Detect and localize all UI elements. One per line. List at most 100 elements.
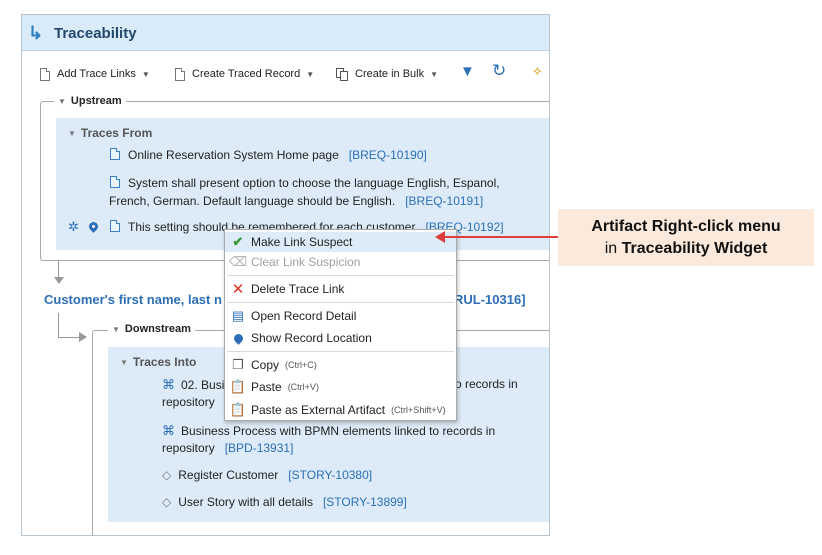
delete-trace-link-menu-item[interactable]: ✕ Delete Trace Link	[225, 279, 456, 299]
item-id-link[interactable]: [STORY-13899]	[323, 495, 407, 509]
record-title-id[interactable]: RUL-10316]	[454, 292, 526, 307]
shortcut-hint: (Ctrl+Shift+V)	[391, 405, 446, 415]
paste-external-artifact-menu-item[interactable]: 📋 Paste as External Artifact (Ctrl+Shift…	[225, 400, 456, 420]
menu-item-label: Delete Trace Link	[251, 282, 345, 296]
connector-arrow-icon	[54, 277, 64, 284]
menu-item-label: Paste	[251, 380, 282, 394]
add-trace-links-button[interactable]: Add Trace Links ▼	[40, 63, 150, 85]
annotation-callout: Artifact Right-click menu in Traceabilit…	[558, 209, 814, 266]
paste-menu-item[interactable]: 📋 Paste (Ctrl+V)	[225, 377, 456, 397]
list-item-continuation[interactable]: repository [BPD-13931]	[162, 439, 293, 458]
gear-icon[interactable]: ✲	[68, 219, 79, 235]
callout-line2-prefix: in	[604, 240, 618, 257]
refresh-icon[interactable]: ↻	[492, 61, 506, 81]
upstream-toggle[interactable]: ▼ Upstream	[54, 95, 126, 107]
callout-pointer-line	[440, 236, 558, 238]
list-item[interactable]: ◇ User Story with all details [STORY-1389…	[162, 493, 407, 512]
trace-arrow-icon: ↳	[28, 23, 44, 43]
list-item[interactable]: ⌘ Business Process with BPMN elements lin…	[162, 421, 495, 441]
list-item-tail: o records in	[455, 375, 518, 394]
widget-title: Traceability	[54, 25, 137, 42]
list-item-continuation[interactable]: French, German. Default language should …	[109, 192, 483, 211]
copy-menu-item[interactable]: ❐ Copy (Ctrl+C)	[225, 355, 456, 375]
copy-icon: ❐	[232, 357, 244, 372]
traces-into-toggle[interactable]: ▼ Traces Into	[120, 355, 196, 369]
item-text: User Story with all details	[178, 495, 313, 509]
list-item[interactable]: ⌘ 02. Busi	[162, 375, 224, 395]
item-text: 02. Busi	[181, 378, 225, 392]
downstream-label: Downstream	[124, 323, 191, 335]
collapse-triangle-icon: ▼	[120, 357, 128, 367]
show-record-location-menu-item[interactable]: Show Record Location	[225, 328, 456, 348]
create-in-bulk-label: Create in Bulk	[355, 68, 425, 80]
menu-item-label: Make Link Suspect	[251, 235, 353, 249]
callout-line2-bold: Traceability Widget	[621, 240, 768, 257]
item-text: Register Customer	[178, 468, 279, 482]
chevron-down-icon: ▼	[306, 69, 315, 79]
create-traced-record-button[interactable]: Create Traced Record ▼	[175, 63, 314, 85]
user-story-icon: ◇	[162, 495, 172, 509]
toolbar: Add Trace Links ▼ Create Traced Record ▼…	[22, 61, 549, 85]
item-id-link[interactable]: [BPD-13931]	[225, 441, 294, 455]
callout-line2: in Traceability Widget	[558, 240, 814, 258]
artifact-context-menu: ✔ Make Link Suspect ⌫ Clear Link Suspici…	[224, 229, 457, 421]
shortcut-hint: (Ctrl+C)	[285, 360, 317, 370]
requirement-document-icon	[110, 176, 120, 188]
item-text: French, German. Default language should …	[109, 194, 396, 208]
list-item-continuation: repository	[162, 393, 215, 412]
eraser-icon: ⌫	[228, 254, 248, 269]
menu-item-label: Copy	[251, 358, 280, 372]
traces-from-toggle[interactable]: ▼ Traces From	[68, 126, 152, 140]
item-id-link[interactable]: [STORY-10380]	[288, 468, 372, 482]
filter-icon[interactable]: ▼	[460, 63, 475, 80]
item-id-link[interactable]: [BREQ-10191]	[405, 194, 483, 208]
clipboard-icon: 📋	[229, 379, 247, 394]
menu-item-label: Clear Link Suspicion	[251, 255, 361, 269]
chevron-down-icon: ▼	[141, 69, 150, 79]
collapse-triangle-icon: ▼	[68, 128, 76, 138]
menu-item-label: Open Record Detail	[251, 309, 357, 323]
collapse-triangle-icon: ▼	[58, 96, 66, 106]
requirement-document-icon	[110, 220, 120, 232]
traces-into-label: Traces Into	[132, 355, 197, 369]
bulk-documents-icon	[336, 67, 349, 81]
item-text: o records in	[455, 377, 518, 391]
make-link-suspect-menu-item[interactable]: ✔ Make Link Suspect	[225, 232, 456, 252]
create-in-bulk-button[interactable]: Create in Bulk ▼	[336, 63, 438, 85]
record-title-link[interactable]: Customer's first name, last n	[44, 292, 222, 307]
record-title-left: Customer's first name, last n	[44, 292, 222, 307]
collapse-triangle-icon: ▼	[112, 324, 120, 334]
delete-x-icon: ✕	[231, 281, 245, 298]
item-text: Online Reservation System Home page	[128, 148, 339, 162]
list-item[interactable]: ◇ Register Customer [STORY-10380]	[162, 466, 372, 485]
callout-arrow-icon	[435, 231, 445, 243]
network-icon[interactable]: ⟡	[533, 63, 542, 79]
process-icon: ⌘	[162, 423, 175, 438]
connector-arrow-icon	[79, 332, 87, 342]
check-icon: ✔	[232, 234, 244, 249]
user-story-icon: ◇	[162, 468, 172, 482]
connector-line	[58, 337, 80, 338]
menu-item-label: Show Record Location	[251, 331, 372, 345]
menu-separator	[227, 302, 454, 303]
create-traced-record-label: Create Traced Record	[192, 68, 301, 80]
widget-header: ↳ Traceability	[22, 15, 549, 51]
open-record-detail-menu-item[interactable]: ▤ Open Record Detail	[225, 306, 456, 326]
location-pin-icon	[231, 331, 245, 345]
record-detail-icon: ▤	[231, 308, 245, 323]
shortcut-hint: (Ctrl+V)	[287, 382, 319, 392]
item-text: repository	[162, 395, 215, 409]
item-id-link[interactable]: [BREQ-10190]	[349, 148, 427, 162]
clear-link-suspicion-menu-item[interactable]: ⌫ Clear Link Suspicion	[225, 252, 456, 272]
chevron-down-icon: ▼	[430, 69, 439, 79]
list-item[interactable]: System shall present option to choose th…	[110, 174, 500, 193]
menu-separator	[227, 351, 454, 352]
upstream-label: Upstream	[70, 95, 122, 107]
list-item[interactable]: Online Reservation System Home page [BRE…	[110, 146, 427, 165]
downstream-toggle[interactable]: ▼ Downstream	[108, 323, 195, 335]
record-title-right: RUL-10316]	[454, 292, 526, 307]
menu-item-label: Paste as External Artifact	[251, 403, 386, 417]
connector-line	[58, 313, 59, 337]
requirement-document-icon	[110, 148, 120, 160]
item-text: Business Process with BPMN elements link…	[181, 424, 496, 438]
